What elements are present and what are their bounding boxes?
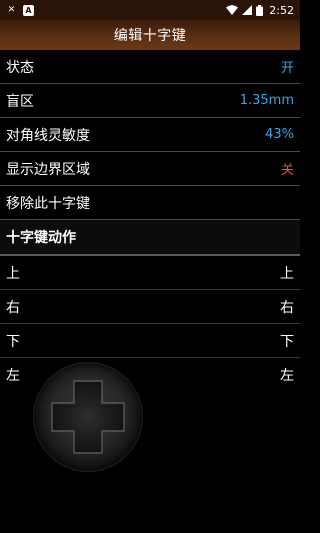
setting-label: 移除此十字键 [6,195,90,212]
action-value: 左 [280,368,294,384]
action-value: 右 [280,299,294,316]
setting-label: 盲区 [6,93,34,110]
action-label: 左 [6,368,20,384]
setting-status[interactable]: 状态 开 [0,50,300,84]
signal-icon [242,5,253,15]
close-x-icon: ✕ [7,5,16,15]
action-label: 右 [6,299,20,316]
setting-value: 1.35mm [239,93,294,108]
settings-list: 状态 开 盲区 1.35mm 对角线灵敏度 43% 显示边界区域 关 移除此十字… [0,50,300,392]
setting-label: 对角线灵敏度 [6,127,90,144]
title-bar: 编辑十字键 [0,20,300,50]
setting-value: 关 [280,163,294,178]
clock: 2:52 [269,3,294,17]
dpad-cross-icon [51,380,125,454]
text-a-icon: A [23,4,34,16]
action-right[interactable]: 右 右 [0,290,300,324]
action-value: 上 [280,265,294,282]
action-label: 上 [6,265,20,282]
dpad-preview[interactable] [34,363,142,471]
setting-label: 显示边界区域 [6,161,90,178]
wifi-icon [226,5,239,15]
action-label: 下 [6,333,20,350]
setting-label: 状态 [6,59,34,76]
setting-show-boundary[interactable]: 显示边界区域 关 [0,152,300,186]
action-down[interactable]: 下 下 [0,324,300,358]
status-bar: ✕ A 2:52 [0,0,300,20]
setting-diagonal-sensitivity[interactable]: 对角线灵敏度 43% [0,118,300,152]
setting-value: 开 [280,61,294,76]
setting-value: 43% [265,127,294,142]
status-icons: 2:52 [226,4,294,17]
action-value: 下 [280,333,294,350]
setting-dead-zone[interactable]: 盲区 1.35mm [0,84,300,118]
battery-icon [256,4,264,16]
section-title: 十字键动作 [6,230,76,246]
page-title: 编辑十字键 [113,28,187,44]
action-up[interactable]: 上 上 [0,256,300,290]
remove-dpad-button[interactable]: 移除此十字键 [0,186,300,220]
section-header: 十字键动作 [0,220,300,256]
